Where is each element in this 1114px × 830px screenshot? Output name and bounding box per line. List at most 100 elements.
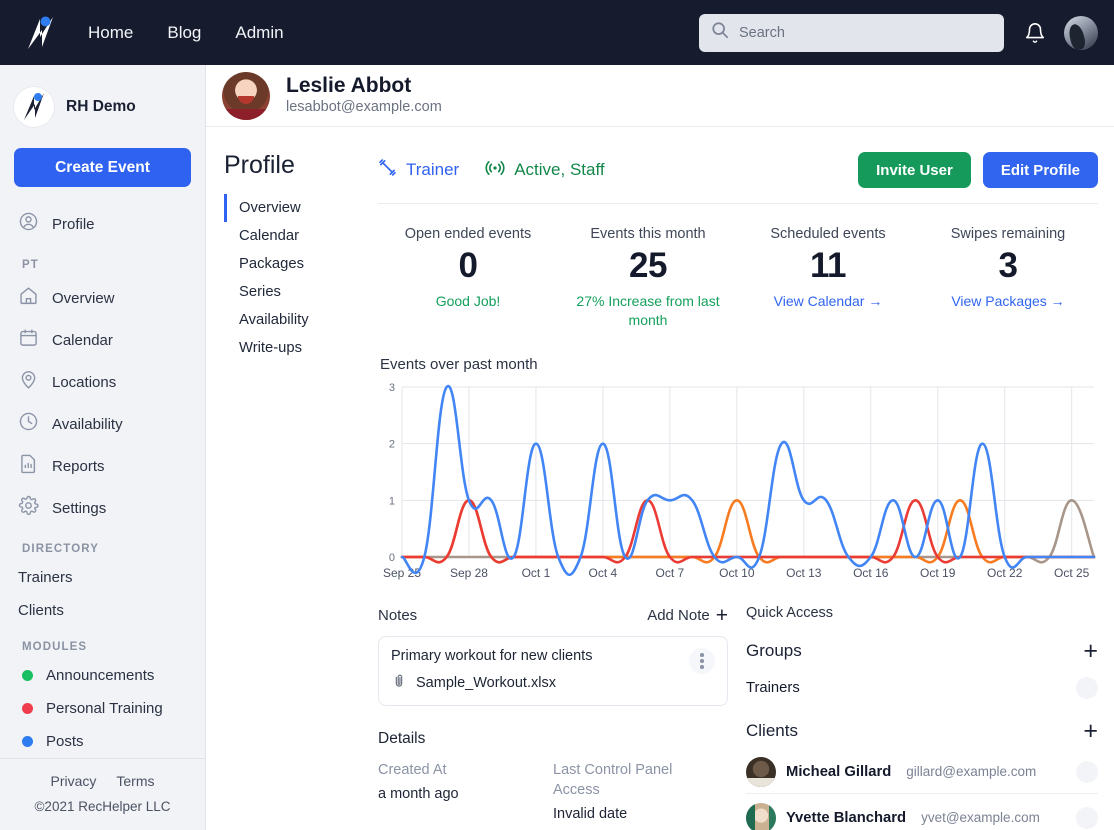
note-body: Primary workout for new clients Sample_W… (391, 648, 681, 693)
chart-canvas: 0123Sep 25 Sep 28 Oct 1 Oct 4 Oct 7 Oct 10 Oct… (383, 382, 1096, 580)
svg-text:Oct 7: Oct 7 (656, 566, 685, 580)
map-pin-icon (18, 369, 39, 395)
dumbbell-icon (378, 158, 397, 182)
notes-title: Notes (378, 606, 418, 624)
sidebar-item-label: Reports (52, 457, 105, 475)
nav-link-blog[interactable]: Blog (167, 23, 201, 43)
chart-title: Events over past month (380, 355, 538, 373)
sidebar-item-personal-training[interactable]: Personal Training (0, 692, 205, 725)
status-dot-icon (22, 703, 33, 714)
overview-pane: Trainer Active, Staff Invite User Edit P… (378, 127, 1114, 830)
stat-value: 3 (998, 246, 1018, 285)
status-badge-label: Active, Staff (514, 160, 605, 179)
search-input[interactable] (739, 24, 992, 41)
main-content: Leslie Abbot lesabbot@example.com Profil… (206, 65, 1114, 830)
tab-overview[interactable]: Overview (224, 194, 378, 222)
add-client-button[interactable]: + (1083, 718, 1098, 744)
stat-value: 25 (629, 246, 667, 285)
subnav-title: Profile (224, 151, 295, 179)
add-group-button[interactable]: + (1083, 638, 1098, 664)
role-badge-label: Trainer (406, 160, 460, 179)
user-avatar[interactable] (1064, 15, 1098, 50)
top-navigation-bar: Home Blog Admin (0, 0, 1114, 65)
plus-icon: + (715, 603, 728, 627)
tab-calendar[interactable]: Calendar (224, 222, 378, 250)
sidebar-footer: Privacy Terms ©2021 RecHelper LLC (0, 758, 205, 830)
note-attachment[interactable]: Sample_Workout.xlsx (391, 673, 681, 693)
sidebar-item-calendar[interactable]: Calendar (0, 319, 205, 361)
sidebar-item-label: Availability (52, 415, 123, 433)
nav-link-admin[interactable]: Admin (235, 23, 283, 43)
sidebar-item-profile[interactable]: Profile (0, 203, 205, 245)
footer-link-privacy[interactable]: Privacy (50, 773, 96, 789)
client-row[interactable]: Micheal Gillard gillard@example.com (746, 751, 1098, 793)
sidebar-item-reports[interactable]: Reports (0, 445, 205, 487)
sidebar-item-label: Locations (52, 373, 117, 391)
report-chart-icon (18, 453, 39, 479)
svg-text:Sep 28: Sep 28 (450, 566, 488, 580)
broadcast-icon (485, 158, 505, 183)
tab-packages[interactable]: Packages (224, 250, 378, 278)
sidebar-item-trainers[interactable]: Trainers (0, 561, 205, 594)
notes-column: Notes Add Note + Primary workout for new… (378, 605, 728, 830)
svg-text:Oct 1: Oct 1 (522, 566, 551, 580)
group-row[interactable]: Trainers (746, 671, 1098, 705)
avatar (746, 802, 776, 830)
create-event-button[interactable]: Create Event (14, 148, 191, 187)
sidebar-nav: Profile PT Overview Calendar Locations A… (0, 203, 205, 758)
content-row: Profile Overview Calendar Packages Serie… (206, 127, 1114, 830)
group-row-action[interactable] (1076, 676, 1098, 699)
avatar (746, 756, 776, 787)
detail-value: Invalid date (553, 806, 628, 823)
svg-text:Oct 22: Oct 22 (987, 566, 1023, 580)
quick-access-title: Quick Access (746, 604, 834, 621)
tab-series[interactable]: Series (224, 278, 378, 306)
bell-icon[interactable] (1024, 22, 1046, 44)
note-card[interactable]: Primary workout for new clients Sample_W… (378, 635, 728, 706)
org-switcher[interactable]: RH Demo (0, 65, 205, 127)
invite-user-button[interactable]: Invite User (858, 152, 971, 188)
stat-swipes-remaining: Swipes remaining 3 View Packages → (918, 226, 1098, 330)
tab-write-ups[interactable]: Write-ups (224, 334, 378, 362)
sidebar-item-announcements[interactable]: Announcements (0, 659, 205, 692)
detail-last-control-panel-access: Last Control Panel Access Invalid date (553, 760, 728, 823)
footer-link-terms[interactable]: Terms (116, 773, 154, 789)
svg-text:Oct 4: Oct 4 (589, 566, 618, 580)
svg-text:Oct 25: Oct 25 (1054, 566, 1090, 580)
client-row-action[interactable] (1076, 760, 1098, 783)
sidebar-item-availability[interactable]: Availability (0, 403, 205, 445)
svg-text:Oct 16: Oct 16 (853, 566, 889, 580)
sidebar-item-clients[interactable]: Clients (0, 594, 205, 627)
detail-value: a month ago (378, 786, 459, 803)
detail-key: Last Control Panel Access (553, 761, 673, 799)
org-name: RH Demo (66, 98, 136, 115)
edit-profile-button[interactable]: Edit Profile (982, 152, 1098, 188)
stat-scheduled-events: Scheduled events 11 View Calendar → (738, 226, 918, 330)
view-packages-link[interactable]: View Packages → (926, 292, 1090, 311)
tab-availability[interactable]: Availability (224, 306, 378, 334)
sidebar-item-label: Calendar (52, 331, 113, 349)
sidebar-section-pt: PT (22, 259, 39, 271)
sidebar: RH Demo Create Event Profile PT Overview… (0, 65, 206, 830)
sidebar-section-directory: DIRECTORY (22, 543, 99, 555)
kebab-menu-icon[interactable] (689, 647, 715, 674)
lightning-n-logo-icon[interactable] (18, 11, 62, 55)
view-calendar-link[interactable]: View Calendar → (746, 292, 910, 311)
sidebar-item-label: Overview (52, 289, 115, 307)
sidebar-item-overview[interactable]: Overview (0, 277, 205, 319)
sidebar-item-label: Profile (52, 215, 95, 233)
sidebar-item-locations[interactable]: Locations (0, 361, 205, 403)
stats-row: Open ended events 0 Good Job! Events thi… (378, 226, 1098, 330)
client-row-action[interactable] (1076, 806, 1098, 829)
stat-label: Scheduled events (770, 226, 886, 242)
search-box[interactable] (699, 13, 1004, 52)
nav-link-home[interactable]: Home (88, 23, 133, 43)
profile-header: Leslie Abbot lesabbot@example.com (206, 65, 1114, 127)
clock-icon (18, 411, 39, 437)
gear-icon (18, 495, 39, 521)
sidebar-item-label: Posts (46, 733, 84, 750)
client-row[interactable]: Yvette Blanchard yvet@example.com (746, 792, 1098, 830)
sidebar-item-settings[interactable]: Settings (0, 487, 205, 529)
sidebar-item-posts[interactable]: Posts (0, 725, 205, 758)
add-note-button[interactable]: Add Note + (647, 605, 728, 626)
